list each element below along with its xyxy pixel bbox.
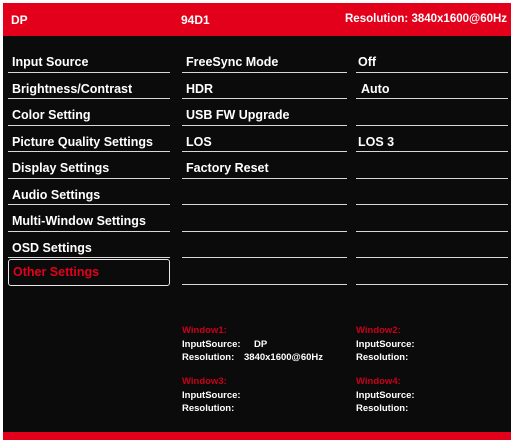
menu-item-multi-window[interactable]: Multi-Window Settings <box>8 205 170 232</box>
menu-item-display-settings[interactable]: Display Settings <box>8 152 170 179</box>
menu-item-picture-quality[interactable]: Picture Quality Settings <box>8 126 170 152</box>
window4-input-label: InputSource: <box>356 389 415 401</box>
window4-res-label: Resolution: <box>356 403 409 414</box>
header-input: DP <box>11 13 28 27</box>
menu-item-color-setting[interactable]: Color Setting <box>8 99 170 126</box>
value-empty <box>356 232 508 258</box>
value-hdr[interactable]: Auto <box>356 73 508 99</box>
window1-res-label: Resolution: <box>182 352 235 363</box>
header-resolution: Resolution: 3840x1600@60Hz <box>345 13 508 25</box>
window1-input-label: InputSource: <box>182 338 241 350</box>
menu-item-input-source[interactable]: Input Source <box>8 46 170 73</box>
submenu-values: Off Auto LOS 3 <box>356 46 508 285</box>
submenu-item-usb-fw-upgrade[interactable]: USB FW Upgrade <box>182 99 347 126</box>
menu-item-other-settings[interactable]: Other Settings <box>8 259 170 286</box>
value-factory-reset <box>356 152 508 179</box>
submenu-item-empty <box>182 232 347 258</box>
window1-input-value: DP <box>254 338 268 350</box>
main-menu: Input Source Brightness/Contrast Color S… <box>8 46 174 286</box>
window4-title: Window4: <box>356 376 401 387</box>
menu-item-audio-settings[interactable]: Audio Settings <box>8 179 170 205</box>
bottom-bar <box>3 432 511 440</box>
value-empty <box>356 258 508 285</box>
window1-info: Window1: InputSource: DP Resolution: 3840x… <box>182 324 323 365</box>
submenu-item-empty <box>182 258 347 285</box>
submenu-item-empty <box>182 205 347 232</box>
window2-title: Window2: <box>356 325 401 336</box>
menu-item-osd-settings[interactable]: OSD Settings <box>8 232 170 258</box>
value-freesync[interactable]: Off <box>356 46 508 73</box>
window3-input-label: InputSource: <box>182 389 241 401</box>
window3-title: Window3: <box>182 376 227 387</box>
window4-info: Window4: InputSource: Resolution: <box>356 375 415 416</box>
window3-res-label: Resolution: <box>182 403 235 414</box>
value-usb-fw-upgrade <box>356 99 508 126</box>
submenu-item-hdr[interactable]: HDR <box>182 73 347 99</box>
submenu-item-freesync[interactable]: FreeSync Mode <box>182 46 347 73</box>
window2-res-label: Resolution: <box>356 352 409 363</box>
osd-menu: DP 94D1 Resolution: 3840x1600@60Hz Input… <box>3 3 511 440</box>
window2-info: Window2: InputSource: Resolution: <box>356 324 415 365</box>
submenu-item-los[interactable]: LOS <box>182 126 347 152</box>
submenu-item-factory-reset[interactable]: Factory Reset <box>182 152 347 179</box>
window1-res-value: 3840x1600@60Hz <box>244 352 323 363</box>
menu-item-brightness-contrast[interactable]: Brightness/Contrast <box>8 73 170 99</box>
header-model: 94D1 <box>181 13 210 27</box>
submenu: FreeSync Mode HDR USB FW Upgrade LOS Fac… <box>182 46 347 285</box>
value-empty <box>356 179 508 205</box>
value-los[interactable]: LOS 3 <box>356 126 508 152</box>
value-empty <box>356 205 508 232</box>
submenu-item-empty <box>182 179 347 205</box>
window1-title: Window1: <box>182 325 227 336</box>
window2-input-label: InputSource: <box>356 338 415 350</box>
header-bar: DP 94D1 Resolution: 3840x1600@60Hz <box>3 3 511 36</box>
window3-info: Window3: InputSource: Resolution: <box>182 375 241 416</box>
